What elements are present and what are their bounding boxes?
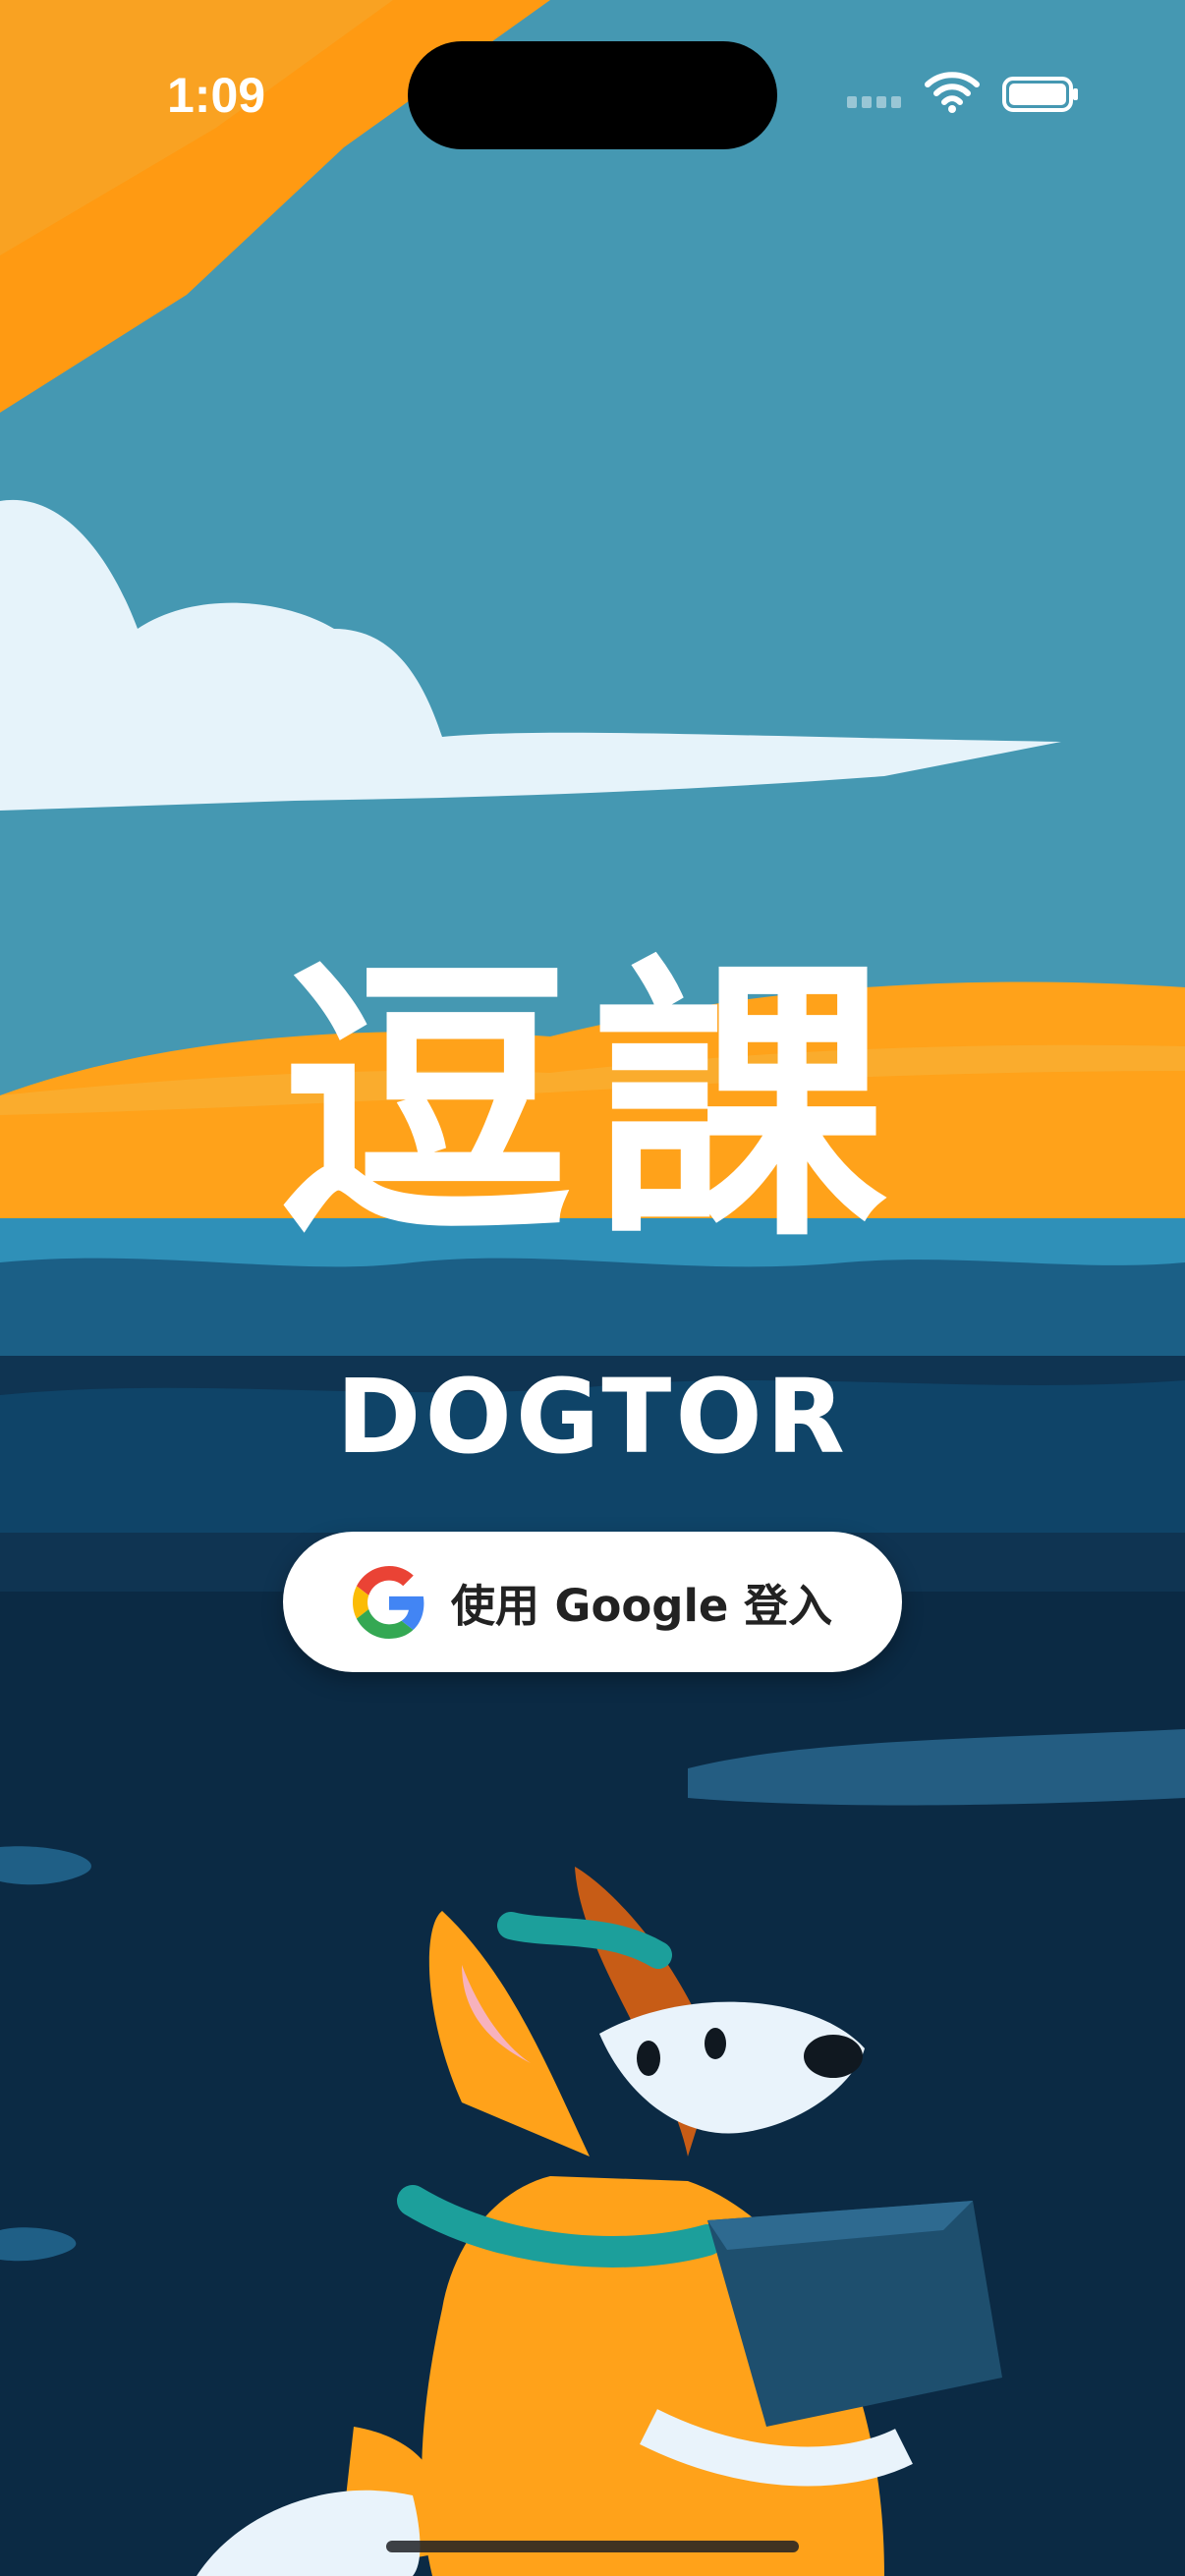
- status-time: 1:09: [167, 68, 266, 123]
- google-sign-in-button[interactable]: 使用 Google 登入: [283, 1532, 902, 1672]
- home-indicator[interactable]: [386, 2541, 799, 2552]
- dynamic-island: [408, 41, 777, 149]
- battery-icon: [1002, 77, 1078, 112]
- cellular-icon: [847, 96, 901, 108]
- app-logo-english: DOGTOR: [336, 1357, 849, 1477]
- wifi-icon: [925, 72, 980, 113]
- google-sign-in-label: 使用 Google 登入: [450, 1580, 833, 1632]
- google-logo-icon: [352, 1565, 424, 1639]
- app-logo-chinese: 逗課: [278, 933, 907, 1276]
- background-illustration: [0, 0, 1185, 2576]
